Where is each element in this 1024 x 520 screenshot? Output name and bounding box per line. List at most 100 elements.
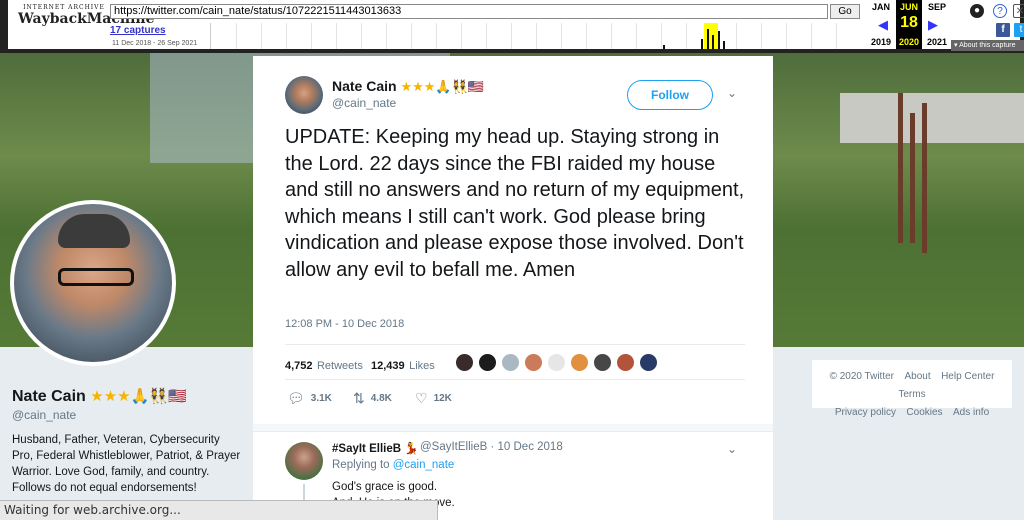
- sparkline-month-divider: [686, 23, 687, 49]
- footer-link-privacy[interactable]: Privacy policy: [835, 407, 896, 418]
- sparkline-month-divider: [736, 23, 737, 49]
- liker-avatar[interactable]: [616, 353, 635, 372]
- liker-avatar[interactable]: [455, 353, 474, 372]
- sparkline-month-divider: [336, 23, 337, 49]
- sparkline-capture-bar[interactable]: [707, 29, 709, 49]
- sparkline-month-divider: [536, 23, 537, 49]
- banner-chime: [922, 103, 927, 253]
- tweet-author-badges: ★★★🙏👯🇺🇸: [400, 80, 484, 95]
- retweet-count[interactable]: 4,752 Retweets: [285, 356, 363, 374]
- wayback-logo-top: INTERNET ARCHIVE: [23, 4, 105, 11]
- tweet-card: Nate Cain ★★★🙏👯🇺🇸 @cain_nate Follow ⌄ UP…: [253, 56, 773, 520]
- reply-author-name[interactable]: #SayIt EllieB 💃: [332, 441, 419, 455]
- footer-link-cookies[interactable]: Cookies: [906, 407, 942, 418]
- reply-author-handle[interactable]: @SayItEllieB · 10 Dec 2018: [420, 441, 563, 453]
- sparkline-capture-bar[interactable]: [701, 39, 703, 49]
- captures-range: 11 Dec 2018 - 26 Sep 2021: [112, 40, 198, 47]
- help-icon[interactable]: ?: [993, 4, 1007, 18]
- sparkline-capture-bar[interactable]: [712, 35, 714, 49]
- replying-to-link[interactable]: @cain_nate: [393, 459, 455, 471]
- retweet-button[interactable]: ⇅ 4.8K: [353, 390, 392, 407]
- liker-avatar[interactable]: [639, 353, 658, 372]
- chevron-down-icon[interactable]: ⌄: [727, 442, 737, 456]
- tweet-avatar[interactable]: [285, 76, 323, 114]
- wayback-logo-main: WaybackMachine: [18, 11, 155, 27]
- avatar-hair: [58, 214, 130, 248]
- reply-button[interactable]: 💬︎ 3.1K: [287, 390, 332, 407]
- close-icon[interactable]: ✕: [1013, 4, 1024, 18]
- liker-avatar[interactable]: [501, 353, 520, 372]
- banner-chime: [898, 93, 903, 243]
- chevron-down-icon[interactable]: ⌄: [727, 86, 737, 100]
- tweet-timestamp[interactable]: 12:08 PM - 10 Dec 2018: [285, 318, 404, 330]
- browser-status-bar: Waiting for web.archive.org...: [0, 500, 438, 520]
- profile-handle[interactable]: @cain_nate: [12, 408, 76, 422]
- profile-name[interactable]: Nate Cain ★★★🙏👯🇺🇸: [12, 387, 187, 406]
- user-icon[interactable]: ●: [970, 4, 984, 18]
- liker-avatar[interactable]: [570, 353, 589, 372]
- current-day: 18: [900, 14, 918, 31]
- footer-link-terms[interactable]: Terms: [898, 389, 925, 400]
- prev-year[interactable]: 2019: [868, 37, 894, 47]
- footer-links: © 2020 Twitter About Help Center Terms P…: [811, 359, 1013, 418]
- sparkline-month-divider: [461, 23, 462, 49]
- avatar-glasses: [58, 268, 134, 286]
- sparkline-month-divider: [261, 23, 262, 49]
- footer-copyright: © 2020 Twitter: [829, 371, 895, 382]
- profile-avatar[interactable]: [10, 200, 176, 366]
- profile-badges: ★★★🙏👯🇺🇸: [90, 387, 187, 405]
- profile-bio: Husband, Father, Veteran, Cybersecurity …: [12, 434, 241, 494]
- divider: [253, 424, 773, 432]
- sparkline-capture-bar[interactable]: [718, 31, 720, 49]
- like-count-value: 12,439: [371, 360, 405, 372]
- footer-link-about[interactable]: About: [904, 371, 930, 382]
- wayback-logo[interactable]: INTERNET ARCHIVE WaybackMachine: [18, 4, 155, 30]
- captures-link[interactable]: 17 captures: [110, 25, 166, 36]
- sparkline-capture-bar[interactable]: [663, 45, 665, 49]
- tweet-actions: 💬︎ 3.1K ⇅ 4.8K ♡ 12K: [285, 390, 745, 410]
- sparkline-month-divider: [311, 23, 312, 49]
- current-year: 2020: [898, 37, 920, 47]
- facebook-icon[interactable]: f: [996, 23, 1010, 37]
- sparkline-month-divider: [561, 23, 562, 49]
- sparkline-month-divider: [661, 23, 662, 49]
- next-arrow-icon[interactable]: ▶: [928, 17, 938, 33]
- prev-month[interactable]: JAN: [868, 2, 894, 12]
- liker-avatar[interactable]: [524, 353, 543, 372]
- like-button[interactable]: ♡ 12K: [415, 390, 452, 407]
- footer-link-help[interactable]: Help Center: [941, 371, 994, 382]
- reply-count: 3.1K: [310, 393, 332, 404]
- twitter-icon[interactable]: t: [1014, 23, 1024, 37]
- profile-name-text: Nate Cain: [12, 388, 86, 405]
- sparkline-month-divider: [486, 23, 487, 49]
- wayback-url-input[interactable]: https://twitter.com/cain_nate/status/107…: [110, 4, 828, 19]
- like-action-count: 12K: [433, 393, 452, 404]
- wayback-go-button[interactable]: Go: [830, 4, 860, 19]
- replying-to-prefix: Replying to: [332, 459, 393, 471]
- sparkline-month-divider: [411, 23, 412, 49]
- sparkline-month-divider: [286, 23, 287, 49]
- footer-link-ads[interactable]: Ads info: [953, 407, 989, 418]
- reply-avatar[interactable]: [285, 442, 323, 480]
- liker-avatar[interactable]: [478, 353, 497, 372]
- prev-arrow-icon[interactable]: ◀: [878, 17, 888, 33]
- capture-sparkline[interactable]: [210, 23, 860, 49]
- sparkline-capture-bar[interactable]: [723, 41, 725, 49]
- reply-line: God's grace is good.: [332, 481, 438, 493]
- follow-button[interactable]: Follow: [627, 80, 713, 110]
- sparkline-month-divider: [786, 23, 787, 49]
- sparkline-month-divider: [811, 23, 812, 49]
- sparkline-month-divider: [361, 23, 362, 49]
- next-month[interactable]: SEP: [924, 2, 950, 12]
- liker-avatar[interactable]: [593, 353, 612, 372]
- liker-avatar[interactable]: [547, 353, 566, 372]
- reply-icon: 💬︎: [287, 390, 305, 406]
- tweet-author-name[interactable]: Nate Cain ★★★🙏👯🇺🇸: [332, 78, 484, 95]
- tweet-author-handle[interactable]: @cain_nate: [332, 96, 396, 110]
- like-count[interactable]: 12,439 Likes: [371, 356, 435, 374]
- sparkline-month-divider: [836, 23, 837, 49]
- wayback-toolbar: INTERNET ARCHIVE WaybackMachine https://…: [0, 0, 1024, 53]
- next-year[interactable]: 2021: [924, 37, 950, 47]
- current-month: JUN: [899, 2, 918, 12]
- about-capture-button[interactable]: ▾ About this capture: [951, 40, 1024, 51]
